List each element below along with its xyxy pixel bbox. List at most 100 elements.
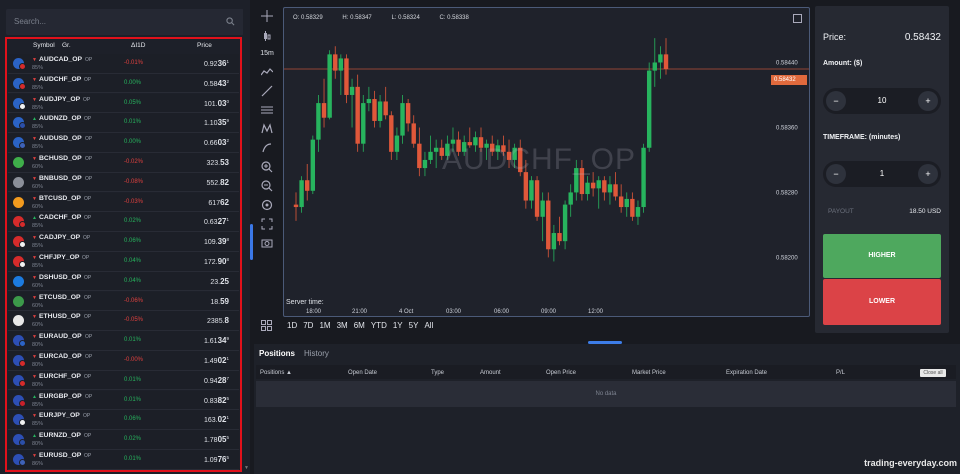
price-value: 0.58432 — [904, 32, 941, 43]
layout-grid-icon[interactable] — [261, 320, 272, 331]
tab-positions[interactable]: Positions — [259, 349, 295, 358]
range-ytd[interactable]: YTD — [371, 321, 387, 330]
fibonacci-icon[interactable] — [258, 102, 276, 118]
timeframe-selector[interactable]: 15m — [258, 46, 276, 62]
candle-body — [299, 180, 304, 208]
range-1y[interactable]: 1Y — [393, 321, 403, 330]
timeframe-plus-button[interactable]: + — [918, 164, 938, 184]
crosshair-icon[interactable] — [258, 8, 276, 24]
candle-body — [641, 147, 646, 208]
server-time-label: Server time: — [286, 299, 324, 306]
high-label: H: — [342, 15, 349, 21]
low-label: L: — [391, 15, 397, 21]
col-open-date[interactable]: Open Date — [348, 370, 377, 376]
drawing-toolbar: 15m — [256, 6, 278, 336]
amount-plus-button[interactable]: + — [918, 91, 938, 111]
open-value: 0.58329 — [301, 15, 323, 21]
panel-resize-handle[interactable] — [250, 224, 253, 260]
list-scrollbar[interactable]: ▼ — [243, 0, 250, 474]
candle-body — [652, 62, 657, 71]
candle-body — [618, 196, 624, 208]
fullscreen-icon[interactable] — [258, 216, 276, 232]
candle-body — [366, 99, 372, 104]
candle-body — [646, 70, 652, 148]
candle-body — [321, 103, 327, 118]
candle-body — [422, 159, 428, 169]
search-placeholder: Search... — [14, 17, 47, 26]
candle-body — [602, 180, 607, 193]
timeframe-stepper[interactable]: − 1 + — [823, 161, 941, 187]
col-open-price[interactable]: Open Price — [546, 370, 576, 376]
candle-body — [293, 204, 299, 208]
payout-value: 18.50 USD — [909, 208, 941, 215]
ohlc-readout: O: 0.58329 H: 0.58347 L: 0.58324 C: 0.58… — [293, 15, 487, 21]
col-positions[interactable]: Positions ▲ — [260, 370, 292, 376]
higher-button[interactable]: HIGHER — [823, 234, 941, 278]
price-chart[interactable]: 0.58440 0.58360 0.58280 0.58200 18:00 21:00 4 … — [283, 7, 810, 317]
zoom-out-icon[interactable] — [258, 178, 276, 194]
high-value: 0.58347 — [350, 15, 372, 21]
y-tick-label: 0.58440 — [776, 60, 798, 66]
scroll-down-arrow-icon[interactable]: ▼ — [244, 465, 249, 471]
y-tick-label: 0.58280 — [776, 190, 798, 196]
pattern-icon[interactable] — [258, 121, 276, 137]
trading-app: Search... Symbol Gr. ΔI1D Price ▼ AUDCAD_… — [0, 0, 960, 474]
range-1m[interactable]: 1M — [319, 321, 330, 330]
tab-history[interactable]: History — [304, 349, 329, 358]
candle-body — [534, 180, 540, 217]
candle-body — [596, 180, 601, 189]
candle-body — [546, 200, 551, 250]
col-amount[interactable]: Amount — [480, 370, 501, 376]
chart-watermark: AUDCHF_OP — [442, 143, 637, 176]
col-type[interactable]: Type — [431, 370, 444, 376]
camera-icon[interactable] — [258, 235, 276, 251]
range-1d[interactable]: 1D — [287, 321, 297, 330]
price-label: Price: — [823, 32, 847, 42]
range-all[interactable]: All — [424, 321, 433, 330]
trendline-icon[interactable] — [258, 83, 276, 99]
expand-icon[interactable] — [793, 14, 802, 23]
candle-body — [349, 86, 355, 95]
candle-body — [400, 103, 405, 136]
indicators-icon[interactable] — [258, 64, 276, 80]
col-pl[interactable]: P/L — [836, 370, 845, 376]
candle-body — [338, 58, 344, 71]
candle-body — [361, 103, 366, 144]
low-value: 0.58324 — [398, 15, 420, 21]
candle-body — [613, 184, 618, 197]
close-label: C: — [439, 15, 446, 21]
brush-icon[interactable] — [258, 140, 276, 156]
range-5y[interactable]: 5Y — [409, 321, 419, 330]
x-tick-label: 06:00 — [494, 309, 510, 315]
candle-body — [344, 58, 349, 95]
col-market-price[interactable]: Market Price — [632, 370, 666, 376]
highlight-box — [5, 37, 242, 472]
candle-body — [607, 184, 613, 193]
candle-body — [557, 233, 562, 242]
col-expiration-date[interactable]: Expiration Date — [726, 370, 767, 376]
candle-body — [529, 180, 534, 201]
y-tick-label: 0.58360 — [776, 125, 798, 131]
lower-button[interactable]: LOWER — [823, 279, 941, 325]
search-icon[interactable] — [226, 17, 235, 26]
settings-icon[interactable] — [258, 197, 276, 213]
candle-body — [585, 182, 590, 195]
range-6m[interactable]: 6M — [354, 321, 365, 330]
candle-body — [624, 198, 629, 208]
candle-body — [630, 198, 635, 217]
candle-body — [417, 143, 422, 169]
close-all-button[interactable]: Close all — [920, 369, 946, 377]
zoom-in-icon[interactable] — [258, 159, 276, 175]
amount-label: Amount: ($) — [823, 60, 863, 67]
range-3m[interactable]: 3M — [337, 321, 348, 330]
candle-body — [405, 103, 411, 124]
search-input[interactable]: Search... — [6, 9, 244, 35]
candle-body — [310, 139, 316, 191]
x-tick-label: 12:00 — [588, 309, 604, 315]
candle-body — [635, 207, 641, 217]
candlestick-type-icon[interactable] — [258, 28, 276, 44]
candle-body — [663, 54, 669, 69]
candle-body — [305, 180, 310, 191]
amount-stepper[interactable]: − 10 + — [823, 88, 941, 114]
range-7d[interactable]: 7D — [303, 321, 313, 330]
